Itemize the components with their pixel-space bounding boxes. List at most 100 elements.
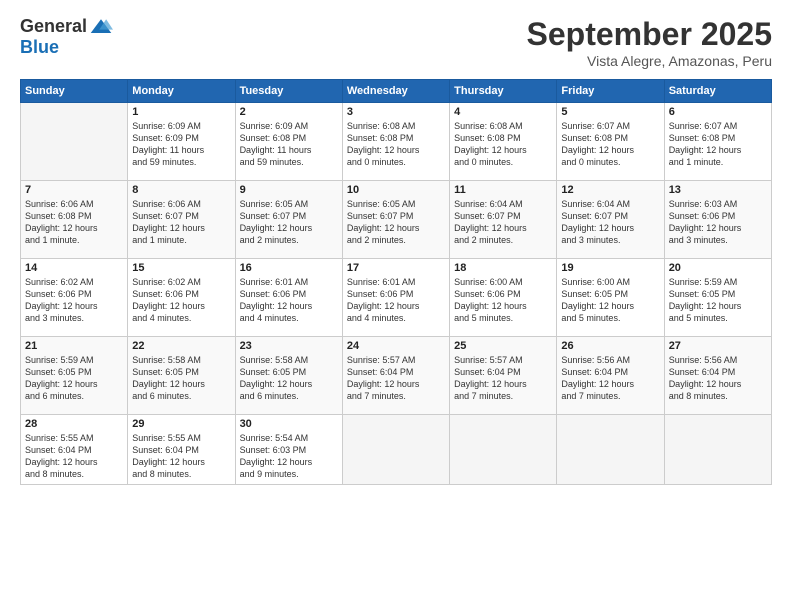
- calendar-cell: 14 Sunrise: 6:02 AM Sunset: 6:06 PM Dayli…: [21, 259, 128, 337]
- calendar-cell: 11 Sunrise: 6:04 AM Sunset: 6:07 PM Dayli…: [450, 181, 557, 259]
- day-number: 15: [132, 262, 230, 274]
- calendar-cell: 17Sunrise: 6:01 AM Sunset: 6:06 PM Dayli…: [342, 259, 449, 337]
- calendar-cell: 9 Sunrise: 6:05 AM Sunset: 6:07 PM Daylig…: [235, 181, 342, 259]
- day-number: 19: [561, 262, 659, 274]
- day-number: 23: [240, 340, 338, 352]
- day-info: Sunrise: 5:59 AM Sunset: 6:05 PM Dayligh…: [25, 354, 123, 403]
- day-number: 9: [240, 184, 338, 196]
- calendar-cell: 19 Sunrise: 6:00 AM Sunset: 6:05 PM Dayli…: [557, 259, 664, 337]
- calendar-cell: 29Sunrise: 5:55 AM Sunset: 6:04 PM Dayli…: [128, 415, 235, 485]
- day-info: Sunrise: 5:58 AM Sunset: 6:05 PM Dayligh…: [132, 354, 230, 403]
- location: Vista Alegre, Amazonas, Peru: [527, 53, 772, 69]
- calendar-cell: 15Sunrise: 6:02 AM Sunset: 6:06 PM Dayli…: [128, 259, 235, 337]
- calendar-week-row: 21Sunrise: 5:59 AM Sunset: 6:05 PM Dayli…: [21, 337, 772, 415]
- day-number: 29: [132, 418, 230, 430]
- calendar-header-tuesday: Tuesday: [235, 80, 342, 103]
- day-info: Sunrise: 6:03 AM Sunset: 6:06 PM Dayligh…: [669, 198, 767, 247]
- calendar-cell: [557, 415, 664, 485]
- day-number: 10: [347, 184, 445, 196]
- calendar-cell: 5 Sunrise: 6:07 AM Sunset: 6:08 PM Daylig…: [557, 103, 664, 181]
- calendar-cell: 10 Sunrise: 6:05 AM Sunset: 6:07 PM Dayli…: [342, 181, 449, 259]
- day-number: 3: [347, 106, 445, 118]
- logo-blue-text: Blue: [20, 37, 59, 57]
- calendar-cell: 12Sunrise: 6:04 AM Sunset: 6:07 PM Dayli…: [557, 181, 664, 259]
- calendar-cell: 30Sunrise: 5:54 AM Sunset: 6:03 PM Dayli…: [235, 415, 342, 485]
- day-info: Sunrise: 6:06 AM Sunset: 6:07 PM Dayligh…: [132, 198, 230, 247]
- day-info: Sunrise: 6:00 AM Sunset: 6:06 PM Dayligh…: [454, 276, 552, 325]
- day-info: Sunrise: 5:55 AM Sunset: 6:04 PM Dayligh…: [25, 432, 123, 481]
- day-info: Sunrise: 6:06 AM Sunset: 6:08 PM Dayligh…: [25, 198, 123, 247]
- day-number: 2: [240, 106, 338, 118]
- day-number: 16: [240, 262, 338, 274]
- day-info: Sunrise: 6:07 AM Sunset: 6:08 PM Dayligh…: [561, 120, 659, 169]
- calendar-cell: 24 Sunrise: 5:57 AM Sunset: 6:04 PM Dayli…: [342, 337, 449, 415]
- calendar-cell: 21Sunrise: 5:59 AM Sunset: 6:05 PM Dayli…: [21, 337, 128, 415]
- day-number: 5: [561, 106, 659, 118]
- day-info: Sunrise: 6:09 AM Sunset: 6:08 PM Dayligh…: [240, 120, 338, 169]
- logo-general-text: General: [20, 16, 87, 37]
- day-info: Sunrise: 6:01 AM Sunset: 6:06 PM Dayligh…: [240, 276, 338, 325]
- calendar-header-monday: Monday: [128, 80, 235, 103]
- calendar-table: SundayMondayTuesdayWednesdayThursdayFrid…: [20, 79, 772, 485]
- day-number: 26: [561, 340, 659, 352]
- calendar-week-row: 28 Sunrise: 5:55 AM Sunset: 6:04 PM Dayli…: [21, 415, 772, 485]
- day-number: 27: [669, 340, 767, 352]
- day-info: Sunrise: 6:08 AM Sunset: 6:08 PM Dayligh…: [347, 120, 445, 169]
- day-number: 6: [669, 106, 767, 118]
- calendar-header-row: SundayMondayTuesdayWednesdayThursdayFrid…: [21, 80, 772, 103]
- day-number: 7: [25, 184, 123, 196]
- day-info: Sunrise: 6:08 AM Sunset: 6:08 PM Dayligh…: [454, 120, 552, 169]
- day-info: Sunrise: 6:05 AM Sunset: 6:07 PM Dayligh…: [347, 198, 445, 247]
- calendar-cell: 3 Sunrise: 6:08 AM Sunset: 6:08 PM Daylig…: [342, 103, 449, 181]
- calendar-cell: 6 Sunrise: 6:07 AM Sunset: 6:08 PM Daylig…: [664, 103, 771, 181]
- day-info: Sunrise: 5:57 AM Sunset: 6:04 PM Dayligh…: [347, 354, 445, 403]
- day-info: Sunrise: 5:59 AM Sunset: 6:05 PM Dayligh…: [669, 276, 767, 325]
- page: General Blue September 2025 Vista Alegre…: [0, 0, 792, 612]
- calendar-cell: 22 Sunrise: 5:58 AM Sunset: 6:05 PM Dayli…: [128, 337, 235, 415]
- calendar-cell: 1Sunrise: 6:09 AM Sunset: 6:09 PM Daylig…: [128, 103, 235, 181]
- title-block: September 2025 Vista Alegre, Amazonas, P…: [527, 16, 772, 69]
- calendar-cell: 7 Sunrise: 6:06 AM Sunset: 6:08 PM Daylig…: [21, 181, 128, 259]
- calendar-cell: [664, 415, 771, 485]
- day-number: 14: [25, 262, 123, 274]
- logo: General Blue: [20, 16, 113, 58]
- calendar-header-friday: Friday: [557, 80, 664, 103]
- calendar-cell: 26 Sunrise: 5:56 AM Sunset: 6:04 PM Dayli…: [557, 337, 664, 415]
- calendar-cell: 20 Sunrise: 5:59 AM Sunset: 6:05 PM Dayli…: [664, 259, 771, 337]
- calendar-cell: [342, 415, 449, 485]
- day-info: Sunrise: 6:00 AM Sunset: 6:05 PM Dayligh…: [561, 276, 659, 325]
- day-number: 11: [454, 184, 552, 196]
- calendar-week-row: 1Sunrise: 6:09 AM Sunset: 6:09 PM Daylig…: [21, 103, 772, 181]
- day-info: Sunrise: 6:07 AM Sunset: 6:08 PM Dayligh…: [669, 120, 767, 169]
- day-number: 28: [25, 418, 123, 430]
- calendar-cell: 27Sunrise: 5:56 AM Sunset: 6:04 PM Dayli…: [664, 337, 771, 415]
- calendar-header-saturday: Saturday: [664, 80, 771, 103]
- calendar-cell: 16 Sunrise: 6:01 AM Sunset: 6:06 PM Dayli…: [235, 259, 342, 337]
- calendar-week-row: 14 Sunrise: 6:02 AM Sunset: 6:06 PM Dayli…: [21, 259, 772, 337]
- day-info: Sunrise: 6:04 AM Sunset: 6:07 PM Dayligh…: [561, 198, 659, 247]
- day-info: Sunrise: 6:04 AM Sunset: 6:07 PM Dayligh…: [454, 198, 552, 247]
- day-number: 20: [669, 262, 767, 274]
- day-info: Sunrise: 6:09 AM Sunset: 6:09 PM Dayligh…: [132, 120, 230, 169]
- day-info: Sunrise: 5:57 AM Sunset: 6:04 PM Dayligh…: [454, 354, 552, 403]
- day-number: 25: [454, 340, 552, 352]
- calendar-header-wednesday: Wednesday: [342, 80, 449, 103]
- day-number: 17: [347, 262, 445, 274]
- logo-icon: [89, 17, 113, 37]
- calendar-cell: 28 Sunrise: 5:55 AM Sunset: 6:04 PM Dayli…: [21, 415, 128, 485]
- day-info: Sunrise: 5:56 AM Sunset: 6:04 PM Dayligh…: [561, 354, 659, 403]
- day-number: 24: [347, 340, 445, 352]
- day-number: 8: [132, 184, 230, 196]
- calendar-cell: 23Sunrise: 5:58 AM Sunset: 6:05 PM Dayli…: [235, 337, 342, 415]
- calendar-cell: [450, 415, 557, 485]
- calendar-cell: 8 Sunrise: 6:06 AM Sunset: 6:07 PM Daylig…: [128, 181, 235, 259]
- day-info: Sunrise: 5:54 AM Sunset: 6:03 PM Dayligh…: [240, 432, 338, 481]
- day-number: 13: [669, 184, 767, 196]
- calendar-header-thursday: Thursday: [450, 80, 557, 103]
- day-number: 18: [454, 262, 552, 274]
- day-info: Sunrise: 6:05 AM Sunset: 6:07 PM Dayligh…: [240, 198, 338, 247]
- day-info: Sunrise: 6:02 AM Sunset: 6:06 PM Dayligh…: [25, 276, 123, 325]
- month-year: September 2025: [527, 16, 772, 53]
- day-number: 22: [132, 340, 230, 352]
- calendar-cell: 13 Sunrise: 6:03 AM Sunset: 6:06 PM Dayli…: [664, 181, 771, 259]
